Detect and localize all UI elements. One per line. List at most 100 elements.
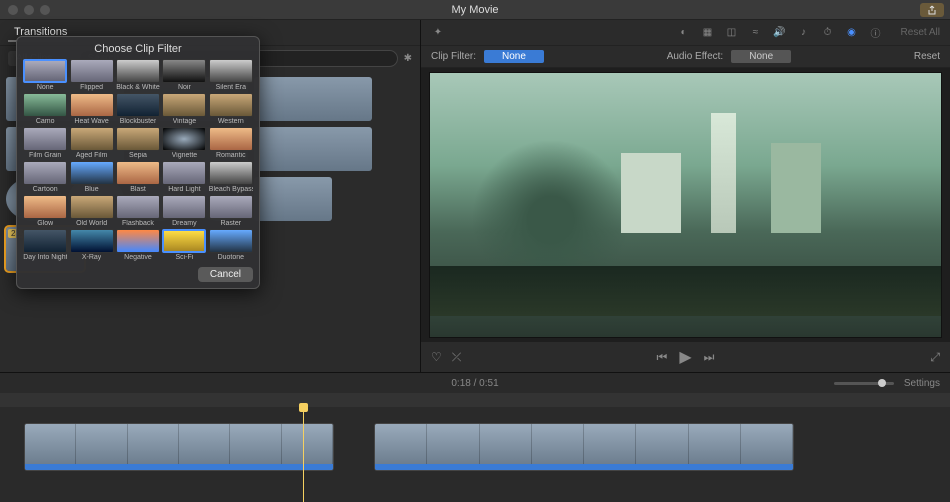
filter-option-vignette[interactable]: Vignette	[162, 127, 206, 159]
filter-option-hard-light[interactable]: Hard Light	[162, 161, 206, 193]
filter-thumbnail	[209, 93, 253, 117]
media-clip[interactable]	[254, 177, 332, 221]
window-controls[interactable]	[8, 5, 50, 15]
filter-option-old-world[interactable]: Old World	[69, 195, 113, 227]
filter-label: Sepia	[129, 152, 147, 159]
filter-option-aged-film[interactable]: Aged Film	[69, 127, 113, 159]
filter-thumbnail	[209, 195, 253, 219]
filter-bar: Clip Filter: None Audio Effect: None Res…	[421, 46, 950, 68]
media-clip[interactable]	[254, 127, 372, 171]
filter-label: Cartoon	[33, 186, 58, 193]
filter-option-none[interactable]: None	[23, 59, 67, 91]
filter-option-sepia[interactable]: Sepia	[116, 127, 160, 159]
clip-filter-icon[interactable]: ◉	[845, 26, 859, 40]
filter-option-flashback[interactable]: Flashback	[116, 195, 160, 227]
filter-option-romantic[interactable]: Romantic	[209, 127, 253, 159]
filter-thumbnail	[116, 229, 160, 253]
info-icon[interactable]: ⓘ	[869, 26, 883, 40]
crop-icon[interactable]: ◫	[725, 26, 739, 40]
filter-option-day-into-night[interactable]: Day Into Night	[23, 229, 67, 261]
magic-wand-icon[interactable]: ✦	[431, 26, 445, 40]
filter-option-bleach-bypass[interactable]: Bleach Bypass	[209, 161, 253, 193]
speed-icon[interactable]: ⏱	[821, 26, 835, 40]
filter-label: Camo	[36, 118, 55, 125]
color-correction-icon[interactable]: ▦	[701, 26, 715, 40]
media-clip[interactable]	[254, 77, 372, 121]
filter-option-heat-wave[interactable]: Heat Wave	[69, 93, 113, 125]
noise-reduction-icon[interactable]: ♪	[797, 26, 811, 40]
volume-icon[interactable]: 🔊	[773, 26, 787, 40]
timeline-time-display: 0:18 / 0:51	[451, 378, 498, 389]
clip-filter-value[interactable]: None	[484, 50, 544, 63]
filter-option-blue[interactable]: Blue	[69, 161, 113, 193]
filter-option-glow[interactable]: Glow	[23, 195, 67, 227]
filter-option-raster[interactable]: Raster	[209, 195, 253, 227]
filter-label: Flashback	[122, 220, 154, 227]
filter-option-flipped[interactable]: Flipped	[69, 59, 113, 91]
filter-option-cartoon[interactable]: Cartoon	[23, 161, 67, 193]
timeline-clip[interactable]	[24, 423, 334, 471]
share-button[interactable]	[920, 3, 944, 17]
filter-option-western[interactable]: Western	[209, 93, 253, 125]
filter-option-negative[interactable]: Negative	[116, 229, 160, 261]
viewer-toolbar: ✦ ◐ ▦ ◫ ≈ 🔊 ♪ ⏱ ◉ ⓘ Reset All	[421, 20, 950, 46]
audio-effect-label: Audio Effect:	[667, 51, 724, 62]
timeline: 0:18 / 0:51 Settings	[0, 372, 950, 502]
timeline-ruler[interactable]	[0, 393, 950, 407]
close-icon[interactable]	[8, 5, 18, 15]
cancel-button[interactable]: Cancel	[198, 267, 253, 282]
filter-thumbnail	[23, 127, 67, 151]
shuffle-icon[interactable]: ⤫	[452, 350, 462, 365]
filter-option-blast[interactable]: Blast	[116, 161, 160, 193]
filter-label: Raster	[220, 220, 241, 227]
filter-label: Bleach Bypass	[209, 186, 253, 193]
filter-option-blockbuster[interactable]: Blockbuster	[116, 93, 160, 125]
next-button[interactable]: ⏭	[704, 350, 715, 365]
filter-label: Dreamy	[172, 220, 197, 227]
filter-thumbnail	[70, 195, 114, 219]
minimize-icon[interactable]	[24, 5, 34, 15]
filter-thumbnail	[70, 59, 114, 83]
filter-label: Day Into Night	[23, 254, 67, 261]
preview-viewer[interactable]	[429, 72, 942, 338]
filter-label: Heat Wave	[74, 118, 108, 125]
filter-option-duotone[interactable]: Duotone	[209, 229, 253, 261]
filter-grid: NoneFlippedBlack & WhiteNoir Silent Era Ca…	[23, 59, 253, 261]
filter-thumbnail	[116, 59, 160, 83]
zoom-icon[interactable]	[40, 5, 50, 15]
favorite-icon[interactable]: ♡	[431, 350, 442, 365]
filter-label: Silent Era	[216, 84, 246, 91]
filter-option-sci-fi[interactable]: Sci-Fi	[162, 229, 206, 261]
audio-effect-value[interactable]: None	[731, 50, 791, 63]
filter-option-camo[interactable]: Camo	[23, 93, 67, 125]
filter-option-x-ray[interactable]: X-Ray	[69, 229, 113, 261]
play-button[interactable]: ▶	[679, 347, 691, 367]
filter-option-vintage[interactable]: Vintage	[162, 93, 206, 125]
reset-all-button[interactable]: Reset All	[901, 27, 940, 38]
fullscreen-icon[interactable]: ⤢	[930, 350, 940, 365]
filter-label: Film Grain	[29, 152, 61, 159]
filter-option-film-grain[interactable]: Film Grain	[23, 127, 67, 159]
filter-label: Glow	[37, 220, 53, 227]
previous-button[interactable]: ⏮	[657, 350, 668, 365]
stabilization-icon[interactable]: ≈	[749, 26, 763, 40]
reset-button[interactable]: Reset	[914, 51, 940, 62]
color-balance-icon[interactable]: ◐	[677, 26, 691, 40]
audio-track	[25, 464, 333, 470]
zoom-slider[interactable]	[834, 382, 894, 385]
timeline-settings-button[interactable]: Settings	[904, 378, 940, 389]
filter-thumbnail	[209, 229, 253, 253]
timeline-tracks[interactable]	[0, 407, 950, 502]
filter-option-noir[interactable]: Noir	[162, 59, 206, 91]
preview-content	[430, 266, 941, 316]
filter-option-black-white[interactable]: Black & White	[116, 59, 160, 91]
timeline-clip[interactable]	[374, 423, 794, 471]
settings-gear-icon[interactable]: ✱	[404, 53, 412, 64]
filter-option-dreamy[interactable]: Dreamy	[162, 195, 206, 227]
filter-thumbnail	[162, 195, 206, 219]
playhead[interactable]	[303, 407, 304, 502]
filter-label: Old World	[76, 220, 107, 227]
filter-option-silent-era[interactable]: Silent Era	[209, 59, 253, 91]
filter-thumbnail	[162, 93, 206, 117]
filter-thumbnail	[23, 161, 67, 185]
